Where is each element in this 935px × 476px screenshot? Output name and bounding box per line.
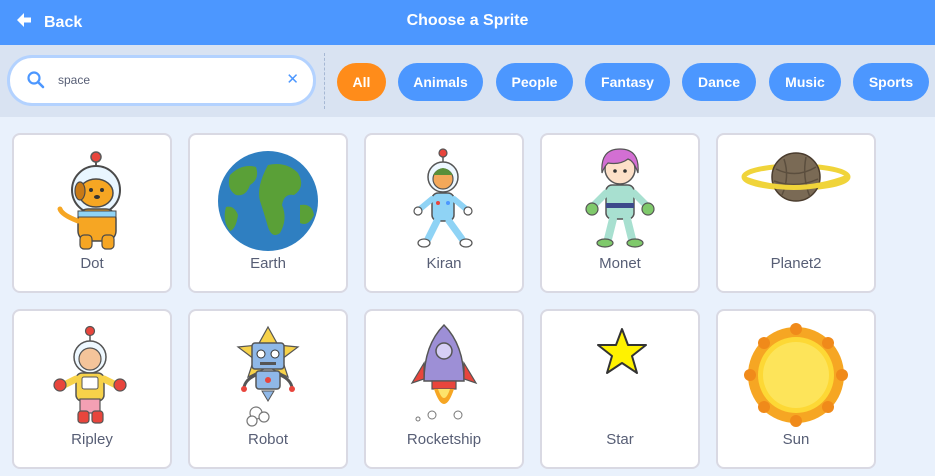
sprite-card-sun[interactable]: Sun (716, 309, 876, 469)
clear-search-icon[interactable]: ✕ (286, 72, 299, 88)
earth-globe-icon (218, 151, 318, 251)
sprite-card-robot[interactable]: Robot (188, 309, 348, 469)
astronaut-ripley-icon (53, 325, 127, 424)
sprite-name: Planet2 (770, 255, 822, 272)
tag-sports[interactable]: Sports (853, 63, 929, 101)
astronaut-monet-icon (585, 148, 655, 248)
sprite-card-earth[interactable]: Earth (188, 133, 348, 293)
back-label: Back (44, 13, 83, 31)
dog-astronaut-icon (57, 151, 121, 250)
sprite-name: Kiran (426, 255, 462, 272)
tag-people[interactable]: People (496, 63, 573, 101)
astronaut-kiran-icon (413, 148, 473, 248)
sprite-name: Dot (80, 255, 104, 272)
tag-fantasy[interactable]: Fantasy (585, 63, 670, 101)
robot-icon (236, 325, 300, 427)
tag-animals[interactable]: Animals (398, 63, 483, 101)
sprite-name: Robot (247, 431, 289, 448)
sprite-card-dot[interactable]: Dot (12, 133, 172, 293)
sprite-name: Sun (782, 431, 810, 448)
sprite-name: Rocketship (406, 431, 482, 448)
search-input[interactable] (58, 69, 278, 91)
tag-music[interactable]: Music (769, 63, 841, 101)
filter-bar: ✕ All Animals People Fantasy Dance Music… (0, 45, 935, 117)
sprite-card-monet[interactable]: Monet (540, 133, 700, 293)
sprite-card-rocketship[interactable]: Rocketship (364, 309, 524, 469)
search-box[interactable]: ✕ (10, 58, 313, 103)
sprite-name: Earth (250, 255, 286, 272)
back-button[interactable]: Back (14, 0, 82, 45)
sprite-name: Ripley (71, 431, 113, 448)
sprite-card-star[interactable]: Star (540, 309, 700, 469)
sun-icon (744, 323, 848, 427)
sprite-card-planet2[interactable]: Planet2 (716, 133, 876, 293)
rocketship-icon (410, 323, 478, 422)
sprite-card-ripley[interactable]: Ripley (12, 309, 172, 469)
ringed-planet-icon (741, 152, 851, 202)
modal-header: Back Choose a Sprite (0, 0, 935, 45)
sprite-name: Star (606, 431, 634, 448)
filter-divider (324, 53, 325, 109)
tag-all[interactable]: All (337, 63, 386, 101)
sprite-card-kiran[interactable]: Kiran (364, 133, 524, 293)
star-icon (597, 328, 647, 374)
back-arrow-icon (14, 10, 34, 35)
search-icon (26, 70, 46, 95)
sprite-name: Monet (599, 255, 641, 272)
page-title: Choose a Sprite (406, 12, 529, 29)
tag-dance[interactable]: Dance (682, 63, 756, 101)
